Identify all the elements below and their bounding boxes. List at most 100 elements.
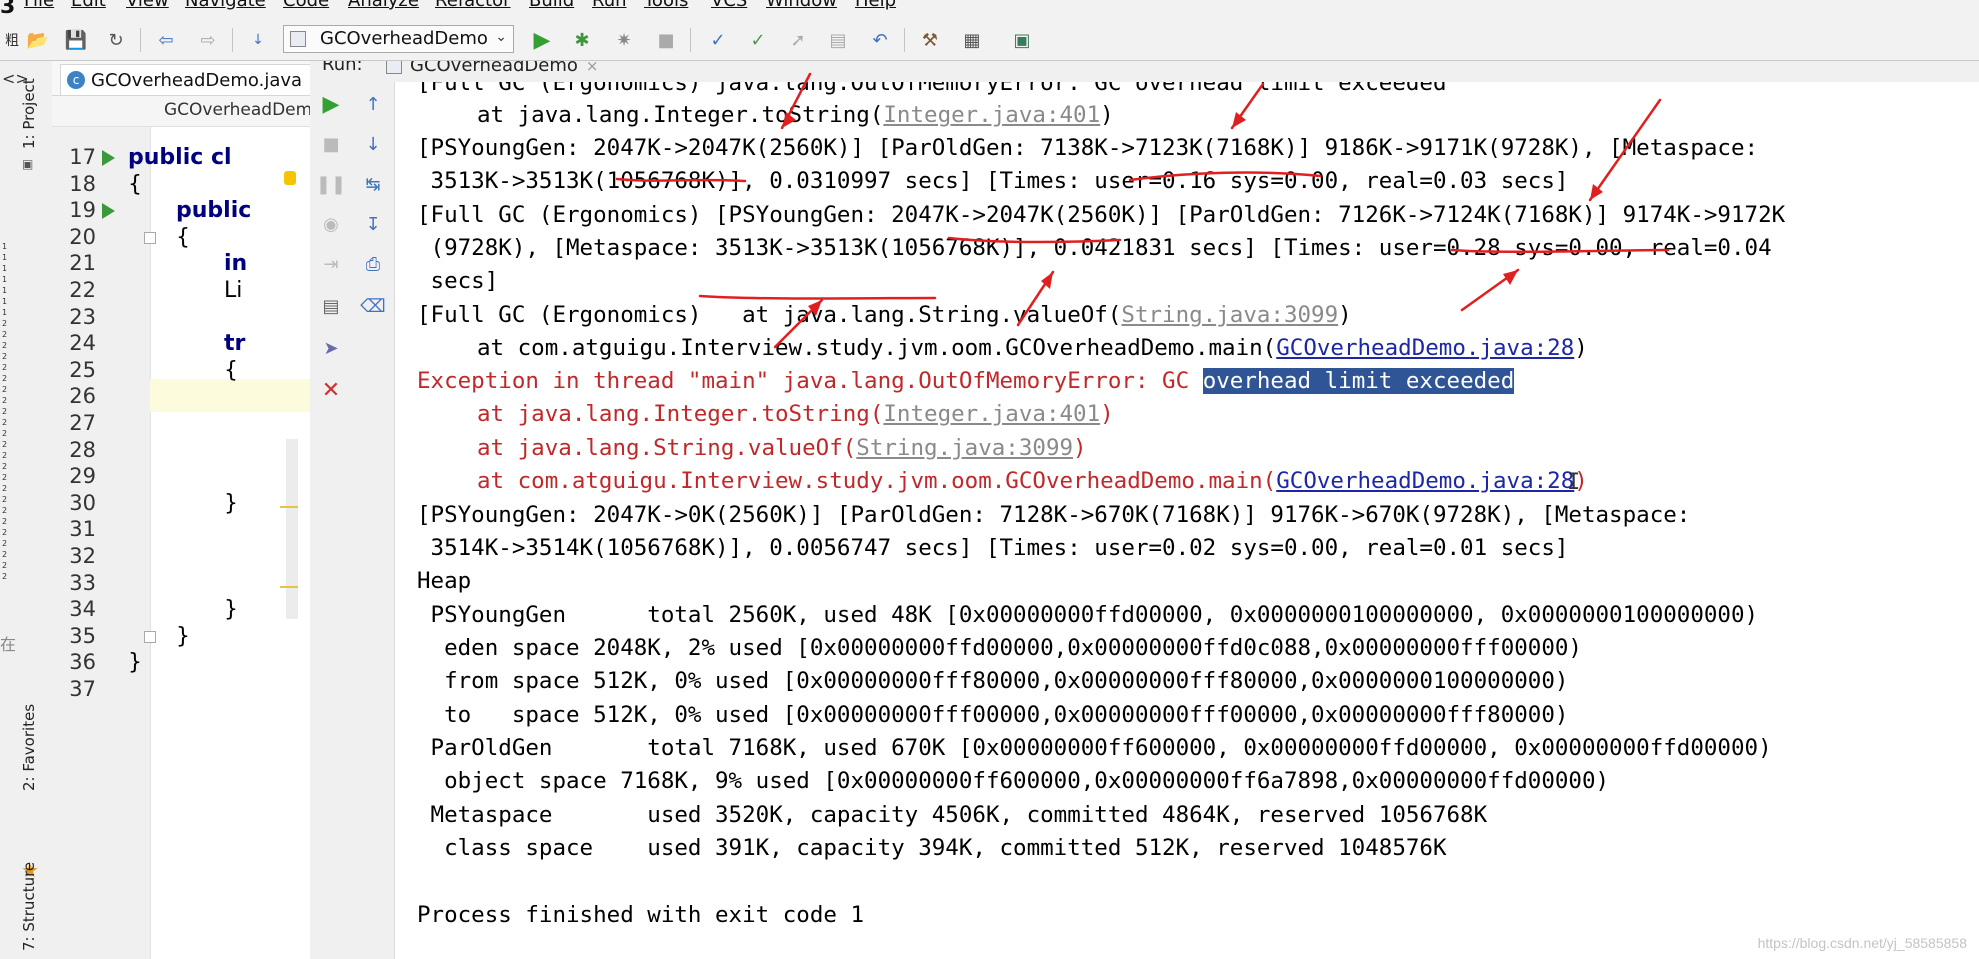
code-line[interactable]: } — [224, 491, 238, 516]
run-gutter-icon[interactable] — [102, 203, 115, 220]
layout-icon[interactable]: ▤ — [319, 294, 343, 318]
code-line[interactable]: tr — [224, 331, 245, 356]
code-line[interactable]: { — [224, 358, 238, 383]
build-icon[interactable]: ↓ — [246, 28, 270, 52]
code-line[interactable]: public — [176, 198, 251, 223]
project-structure-icon[interactable]: ▦ — [960, 28, 984, 52]
plugin-icon[interactable]: ▣ — [1010, 28, 1034, 52]
forward-arrow-icon[interactable]: ⇨ — [196, 28, 220, 52]
code-line[interactable]: { — [128, 172, 142, 197]
console-line: [Full GC (Ergonomics) [PSYoungGen: 2047K… — [417, 202, 1786, 228]
stop-icon[interactable]: ■ — [319, 132, 343, 156]
save-icon[interactable]: 💾 — [64, 28, 88, 52]
back-arrow-icon[interactable]: ⇦ — [154, 28, 178, 52]
breadcrumb-item[interactable]: GCOverheadDem — [164, 100, 310, 120]
code-line[interactable]: in — [224, 251, 247, 276]
run-tab-icon — [386, 61, 402, 74]
console-line: Metaspace used 3520K, capacity 4506K, co… — [417, 802, 1488, 828]
menu-tools[interactable]: Tools — [644, 0, 688, 11]
line-number: 27 — [69, 411, 96, 435]
revert-icon[interactable]: ↶ — [868, 28, 892, 52]
code-line[interactable]: } — [224, 597, 238, 622]
arrow-up-icon[interactable]: ↑ — [361, 92, 385, 116]
menu-view[interactable]: View — [126, 0, 169, 11]
selected-text[interactable]: overhead limit exceeded — [1202, 368, 1515, 394]
arrow-down-icon[interactable]: ↓ — [361, 132, 385, 156]
stack-link[interactable]: GCOverheadDemo.java:28 — [1276, 335, 1574, 361]
console-line: ParOldGen total 7168K, used 670K [0x0000… — [417, 735, 1772, 761]
menu-help[interactable]: Help — [855, 0, 896, 11]
stack-link[interactable]: String.java:3099 — [856, 435, 1073, 461]
line-number: 17 — [69, 145, 96, 169]
code-line[interactable]: Li — [224, 278, 242, 303]
run-tab[interactable]: GCOverheadDemo × — [386, 61, 599, 76]
editor-tab-gcoverheaddemo[interactable]: c GCOverheadDemo.java × — [60, 64, 310, 95]
sync-icon[interactable]: ↻ — [104, 28, 128, 52]
close-icon[interactable]: ✕ — [319, 378, 343, 403]
code-line[interactable]: public cl — [128, 145, 232, 170]
run-gutter-icon[interactable] — [102, 150, 115, 166]
fold-marker-icon[interactable] — [144, 231, 156, 244]
lightbulb-icon[interactable] — [284, 171, 296, 185]
console-line: secs] — [417, 268, 499, 294]
vcs-history-icon[interactable]: ▤ — [826, 28, 850, 52]
open-folder-icon[interactable]: 📂 — [26, 28, 50, 52]
console-line: 3514K->3514K(1056768K)], 0.0056747 secs]… — [417, 535, 1569, 561]
console-line: object space 7168K, 9% used [0x00000000f… — [417, 768, 1610, 794]
menu-code[interactable]: Code — [283, 0, 329, 11]
stack-link[interactable]: String.java:3099 — [1121, 302, 1338, 328]
settings-tools-icon[interactable]: ⚒ — [918, 28, 942, 52]
menu-edit[interactable]: Edit — [71, 0, 106, 11]
menu-vcs[interactable]: VCS — [711, 0, 747, 11]
structure-tool-label[interactable]: 7: Structure — [20, 862, 38, 951]
fold-marker-icon[interactable] — [144, 630, 156, 643]
menu-analyze[interactable]: Analyze — [348, 0, 419, 11]
menu-window[interactable]: Window — [766, 0, 837, 11]
print-icon[interactable]: ⎙ — [361, 252, 385, 276]
line-number: 22 — [69, 278, 96, 302]
menu-file[interactable]: File — [24, 0, 54, 11]
code-line[interactable]: } — [176, 624, 190, 649]
code-line[interactable]: { — [176, 225, 190, 250]
pause-icon[interactable]: ❚❚ — [316, 172, 346, 196]
debug-icon[interactable]: ✱ — [570, 28, 594, 52]
menu-refactor[interactable]: Refactor — [435, 0, 511, 11]
pin-icon[interactable]: ➤ — [319, 336, 343, 360]
menu-navigate[interactable]: Navigate — [185, 0, 266, 11]
line-number: 36 — [69, 650, 96, 675]
soft-wrap-icon[interactable]: ↹ — [361, 172, 385, 196]
menu-run[interactable]: Run — [592, 0, 627, 11]
favorites-tool-label[interactable]: 2: Favorites — [20, 704, 38, 791]
vcs-push-icon[interactable]: ➚ — [786, 28, 810, 52]
scope-marker — [280, 505, 298, 508]
stack-link[interactable]: GCOverheadDemo.java:28 — [1276, 468, 1574, 494]
stack-link[interactable]: Integer.java:401 — [883, 401, 1100, 427]
trash-icon[interactable]: ⌫ — [360, 294, 385, 318]
project-icon: ▣ — [22, 157, 34, 171]
console-line: Heap — [417, 568, 472, 594]
coverage-icon[interactable]: ✷ — [612, 28, 636, 52]
vcs-commit-icon[interactable]: ✓ — [746, 28, 770, 52]
line-number: 34 — [69, 597, 96, 622]
rerun-icon[interactable]: ▶ — [319, 92, 343, 117]
breadcrumb: GCOverheadDem — [52, 96, 310, 127]
console-error-line: at java.lang.String.valueOf(String.java:… — [477, 435, 1087, 461]
close-icon[interactable]: × — [586, 61, 599, 75]
stack-link[interactable]: Integer.java:401 — [883, 102, 1100, 128]
console-line: at java.lang.Integer.toString(Integer.ja… — [477, 102, 1114, 128]
run-icon[interactable]: ▶ — [530, 28, 554, 53]
menu-build[interactable]: Build — [529, 0, 574, 11]
run-config-selector[interactable]: GCOverheadDemo ⌄ — [283, 25, 514, 53]
code-line[interactable]: } — [128, 650, 142, 675]
line-number: 19 — [69, 198, 96, 223]
exit-icon[interactable]: ⇥ — [319, 252, 343, 276]
vcs-update-icon[interactable]: ✓ — [706, 28, 730, 52]
scroll-to-end-icon[interactable]: ↧ — [361, 212, 385, 236]
line-number: 25 — [69, 357, 96, 382]
console-line: at com.atguigu.Interview.study.jvm.oom.G… — [477, 335, 1588, 361]
console-output[interactable]: [Full GC (Ergonomics) java.lang.OutOfMem… — [395, 82, 1979, 959]
project-tool-label[interactable]: 1: Project — [20, 78, 38, 149]
dump-threads-icon[interactable]: ◉ — [319, 212, 343, 236]
stop-icon[interactable]: ■ — [654, 28, 678, 52]
console-line: to space 512K, 0% used [0x00000000fff000… — [417, 702, 1569, 728]
